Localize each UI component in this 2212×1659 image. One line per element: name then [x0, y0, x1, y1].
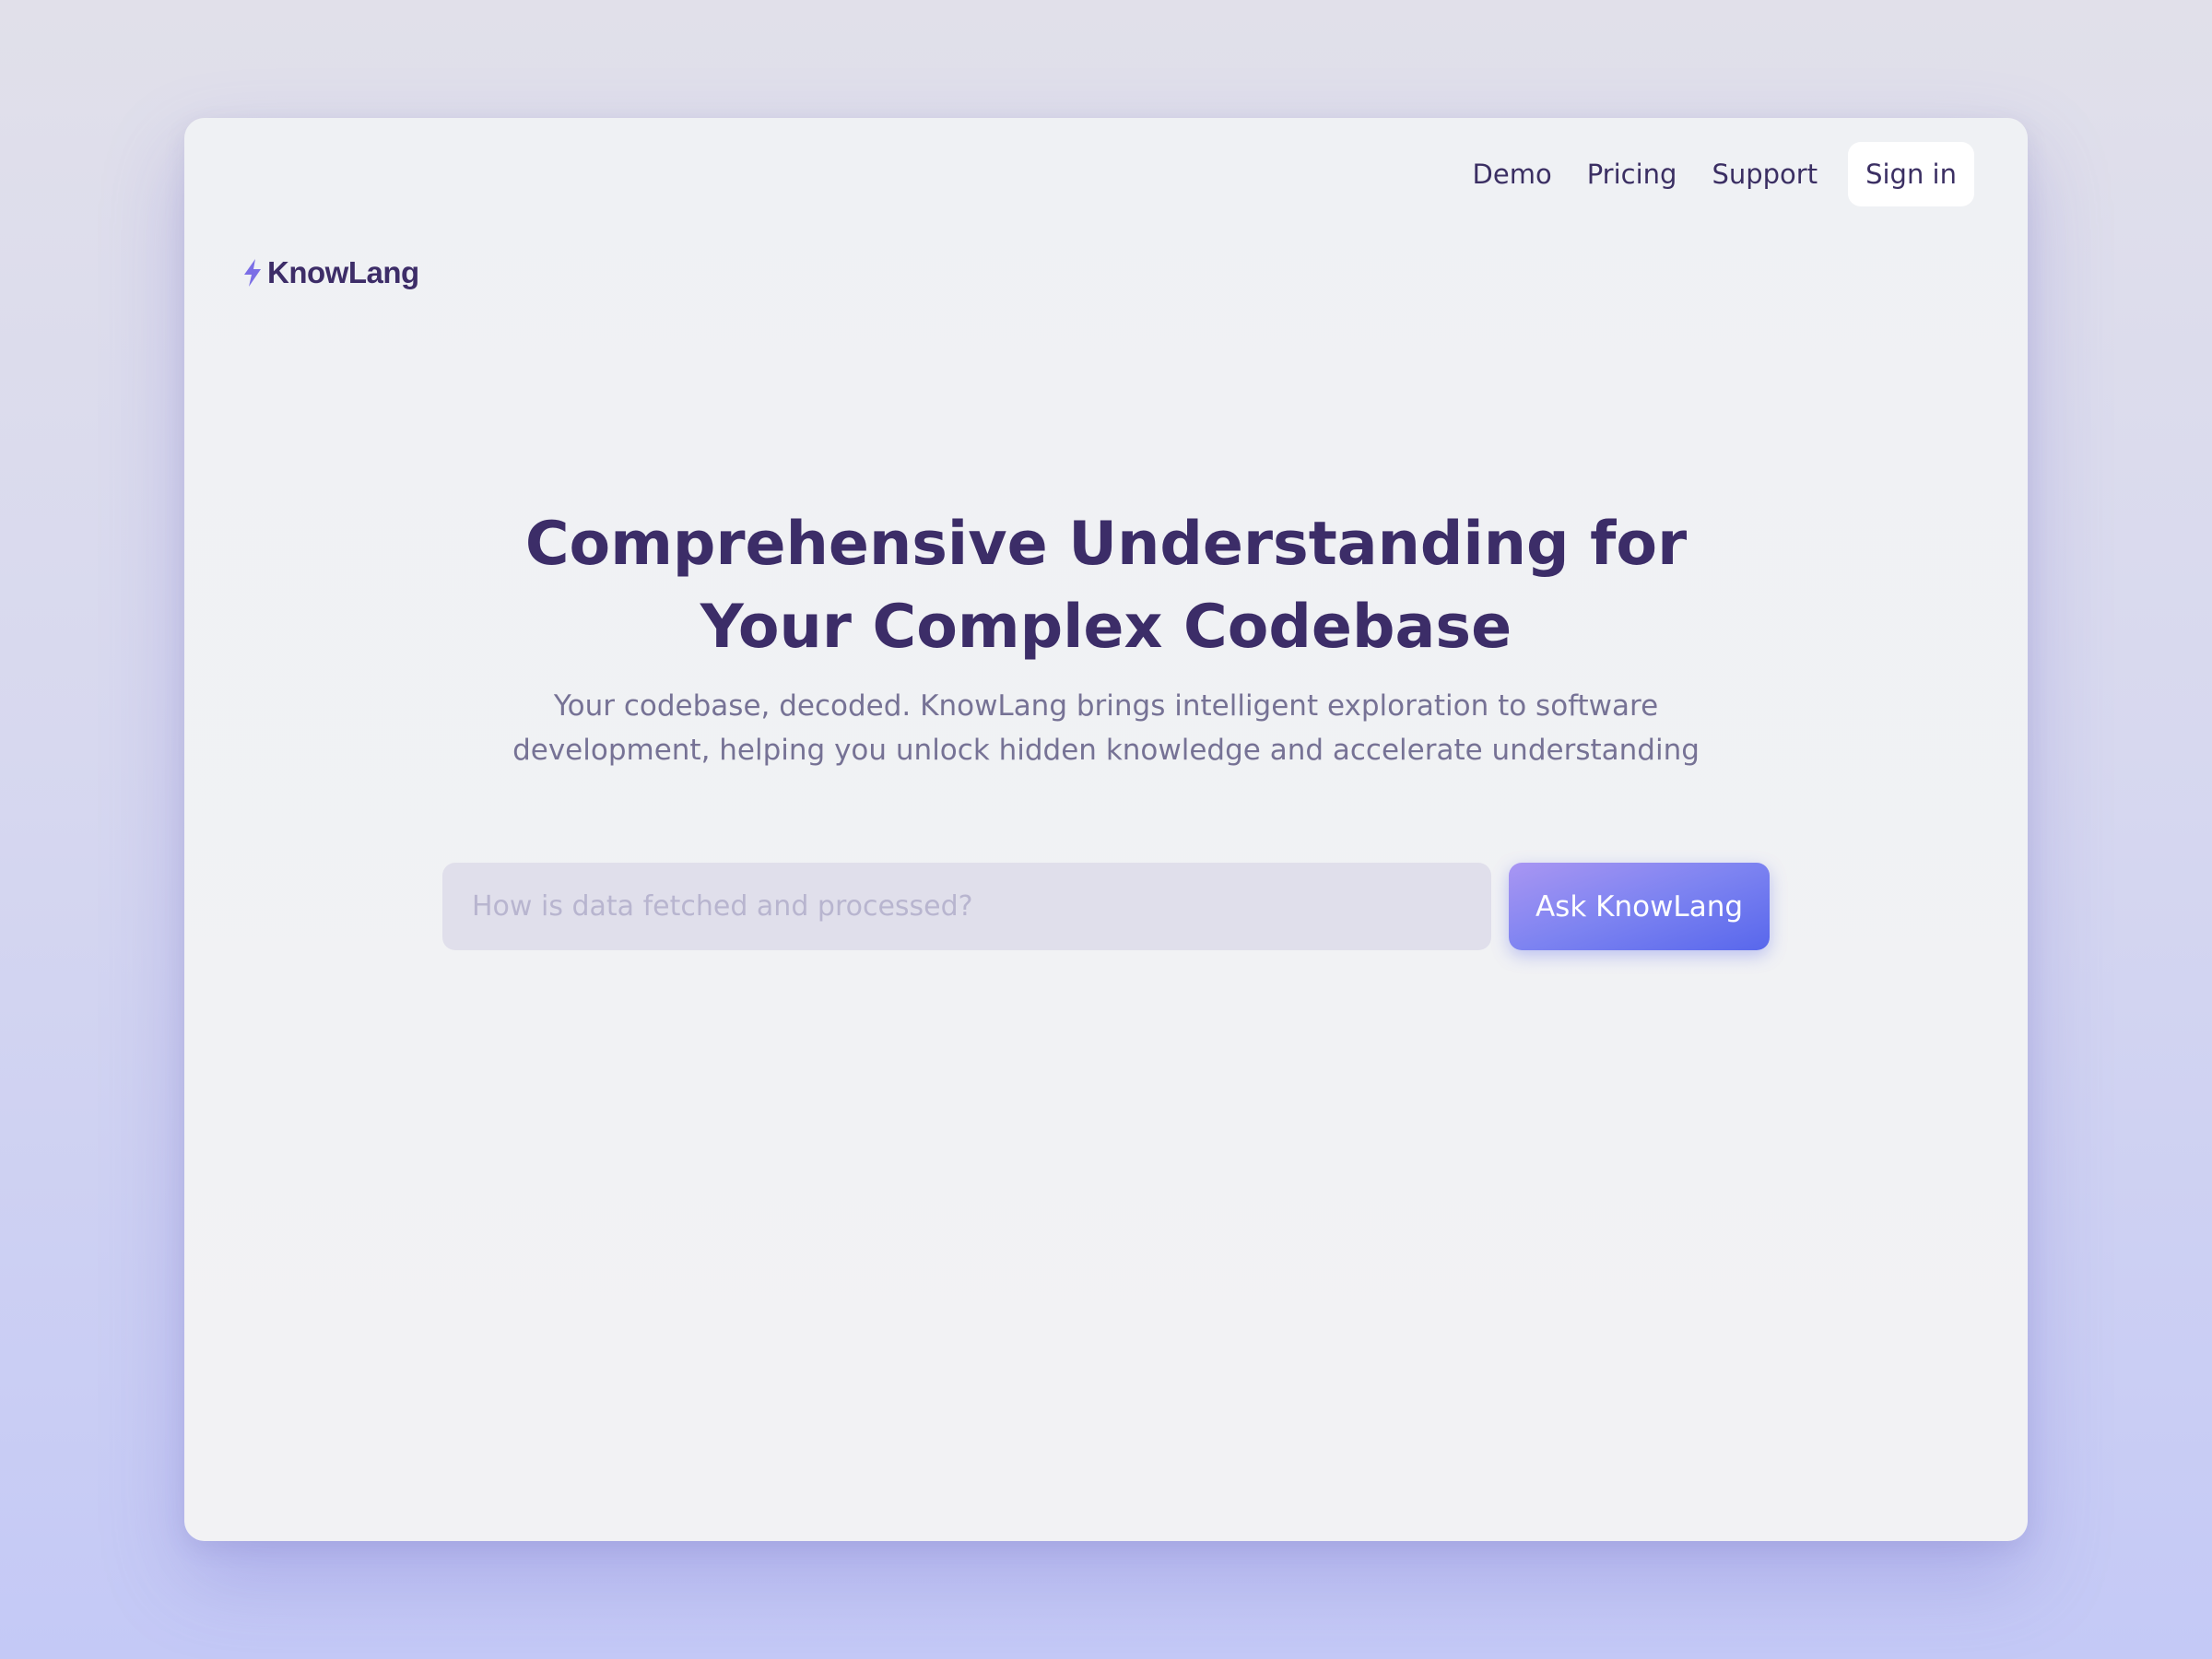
- lightning-bolt-icon: [241, 258, 264, 288]
- nav-link-demo[interactable]: Demo: [1455, 142, 1570, 206]
- hero-title-line-1: Comprehensive Understanding for: [524, 510, 1688, 579]
- nav-link-support[interactable]: Support: [1694, 142, 1835, 206]
- hero-subtitle-line-2: development, helping you unlock hidden k…: [512, 734, 1700, 767]
- nav-link-pricing[interactable]: Pricing: [1570, 142, 1695, 206]
- hero-title: Comprehensive Understanding for Your Com…: [184, 503, 2028, 669]
- hero-title-line-2: Your Complex Codebase: [700, 593, 1512, 662]
- sign-in-button[interactable]: Sign in: [1848, 142, 1974, 206]
- brand-name: KnowLang: [267, 255, 419, 289]
- top-nav: Demo Pricing Support Sign in: [1455, 142, 1974, 206]
- app-window: KnowLang Demo Pricing Support Sign in Co…: [184, 118, 2028, 1541]
- ask-knowlang-button[interactable]: Ask KnowLang: [1509, 863, 1770, 950]
- hero-subtitle-line-1: Your codebase, decoded. KnowLang brings …: [553, 689, 1659, 723]
- hero-subtitle: Your codebase, decoded. KnowLang brings …: [184, 684, 2028, 772]
- question-input[interactable]: [442, 863, 1491, 950]
- brand-logo[interactable]: KnowLang: [241, 255, 419, 290]
